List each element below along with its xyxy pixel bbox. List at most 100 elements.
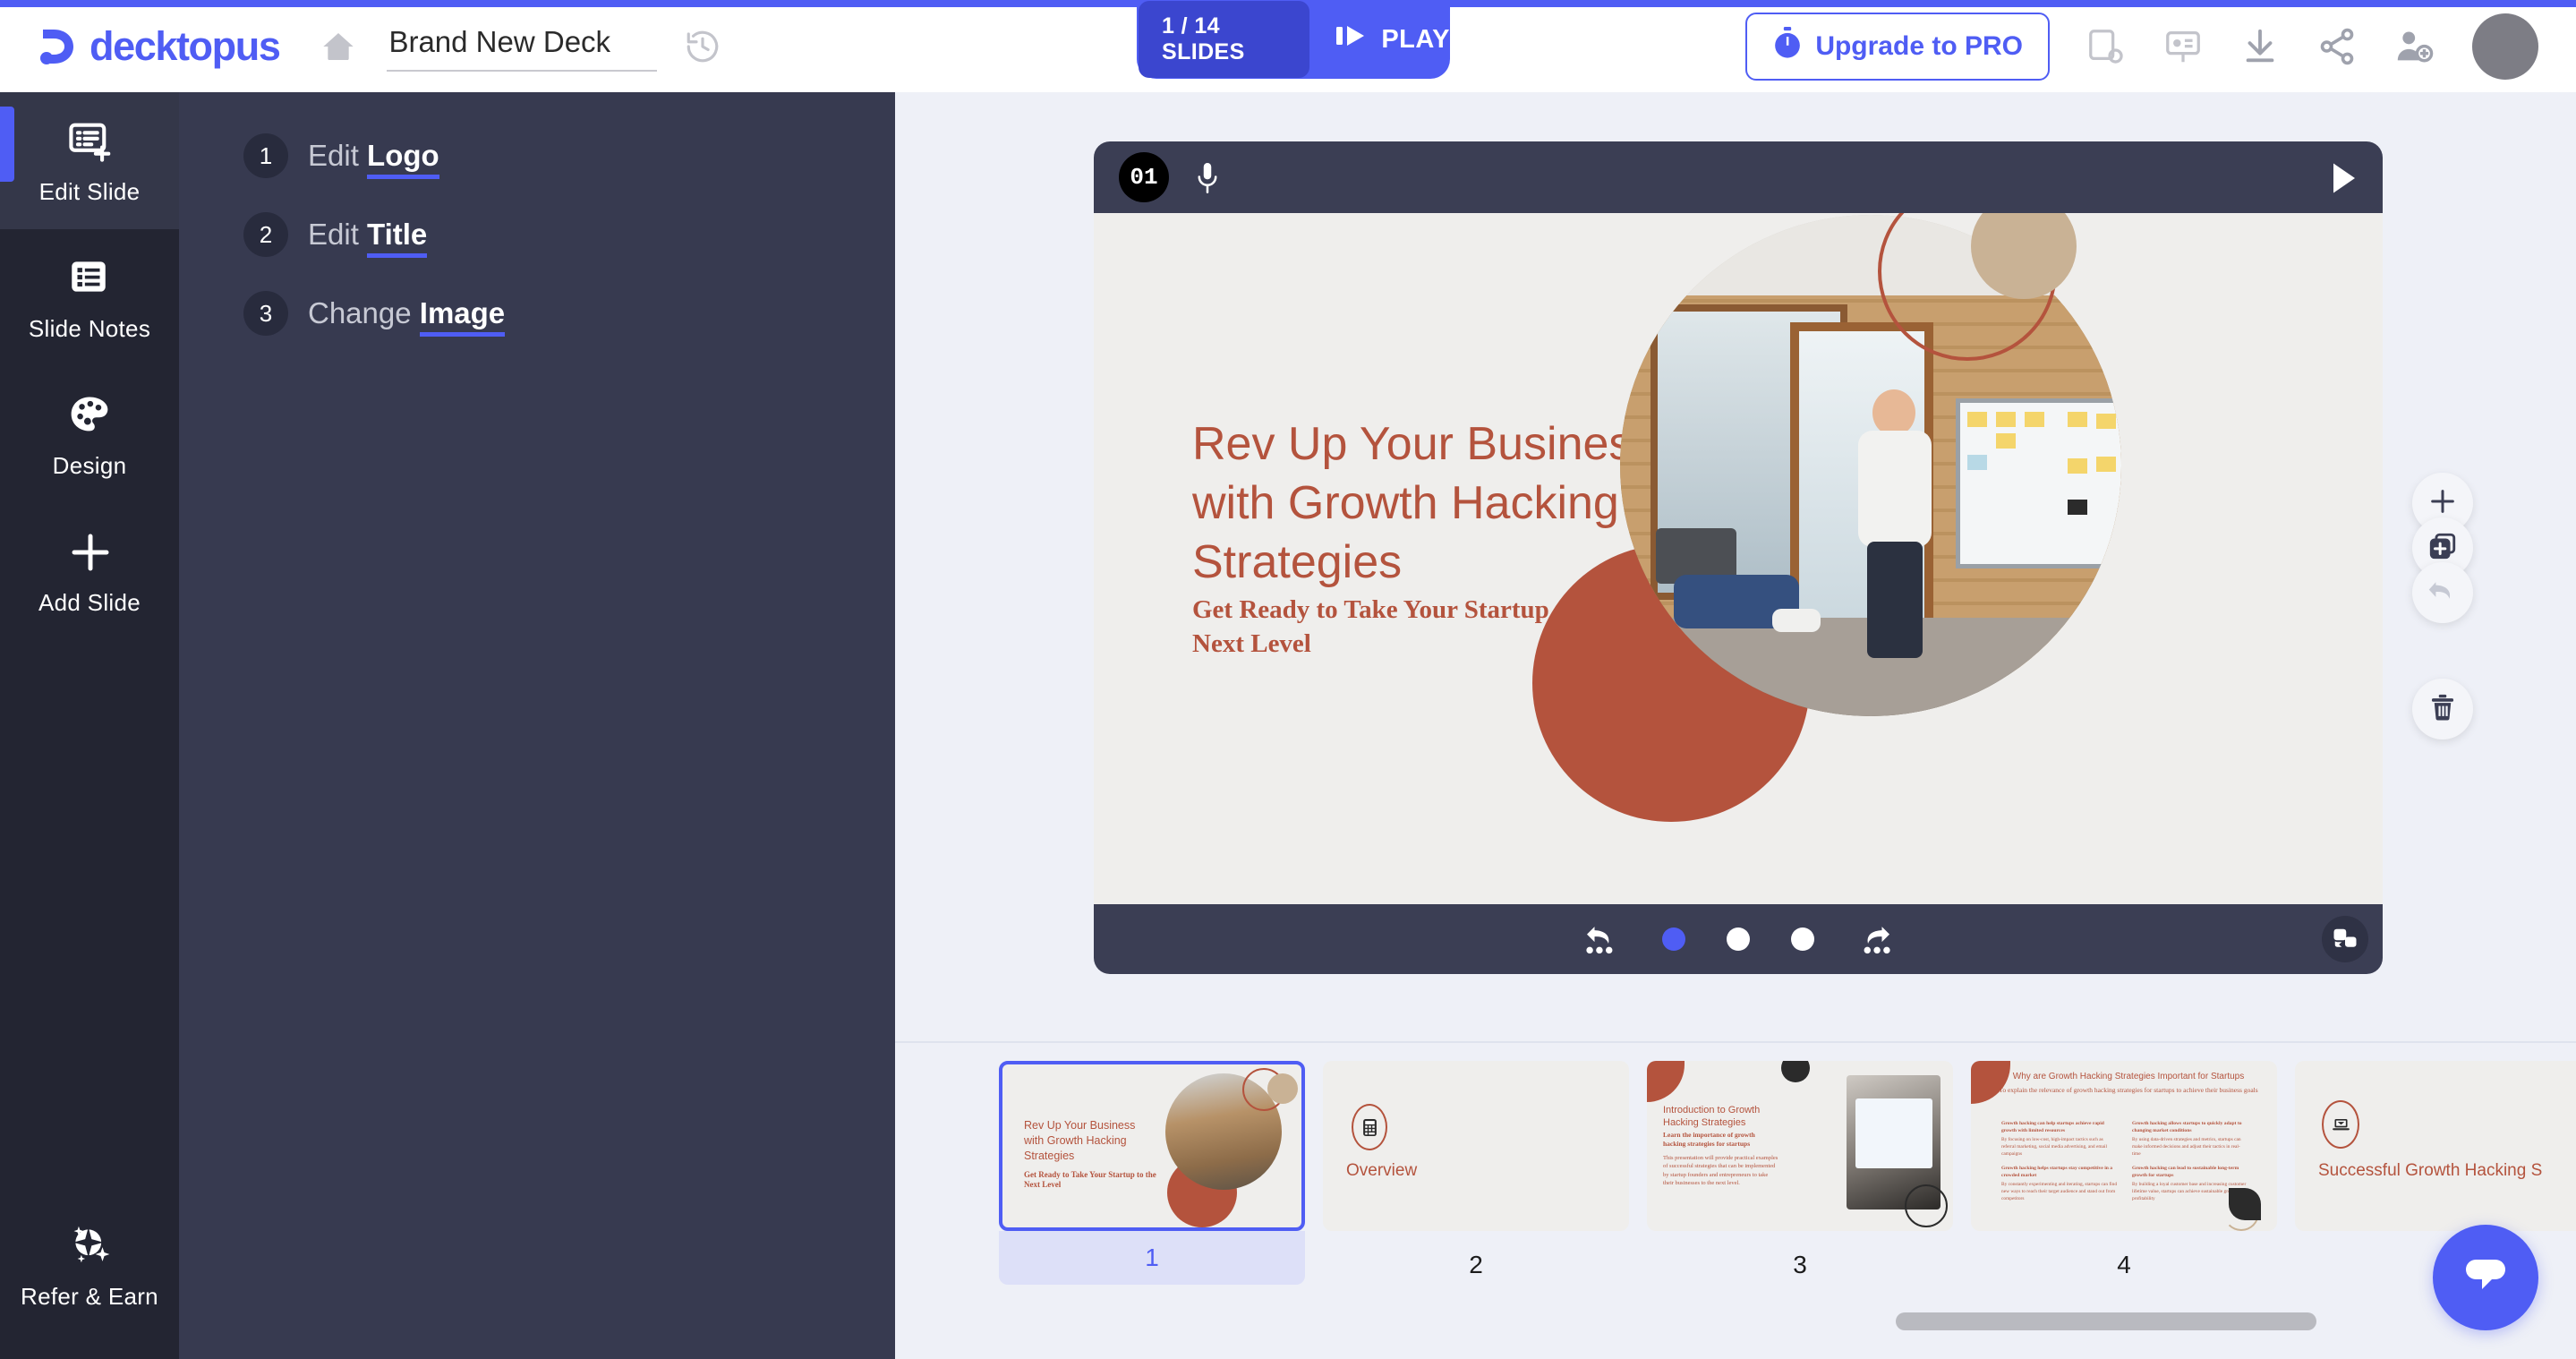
thumbnail-item[interactable]: Introduction to Growth Hacking Strategie…: [1647, 1061, 1953, 1285]
thumb-title: Why are Growth Hacking Strategies Import…: [2012, 1072, 2245, 1081]
decor-dark-blob: [1781, 1061, 1810, 1082]
slide-counter[interactable]: 1 / 14 SLIDES: [1139, 1, 1310, 78]
slide-dot[interactable]: [1727, 927, 1750, 951]
decor-leaf-shape: [2229, 1188, 2261, 1220]
thumbnail-number: 1: [999, 1231, 1305, 1285]
redo-dots-icon[interactable]: [1855, 924, 1893, 954]
slide-dot[interactable]: [1791, 927, 1814, 951]
trash-icon: [2427, 692, 2458, 727]
home-icon[interactable]: [320, 29, 356, 64]
play-button[interactable]: PLAY: [1335, 21, 1450, 57]
thumb-bullet-columns: Growth hacking can help startups achieve…: [2001, 1120, 2252, 1209]
history-clock-icon[interactable]: [684, 28, 721, 65]
sidebar-label-design: Design: [52, 452, 127, 479]
chat-support-button[interactable]: [2433, 1225, 2538, 1330]
top-bar-actions: Upgrade to PRO: [1745, 0, 2538, 92]
duplicate-layout-icon[interactable]: [2322, 916, 2368, 962]
laptop-icon: [2322, 1100, 2359, 1149]
brand-name: decktopus: [90, 22, 281, 69]
left-rail: Edit Slide Slide Notes Design Add Slide …: [0, 92, 179, 1359]
download-icon[interactable]: [2239, 26, 2281, 67]
slide-stage: 01 Rev Up Your Business with Growth Hack…: [895, 92, 2576, 1041]
thumbnail-list: Rev Up Your Business with Growth Hacking…: [999, 1061, 2576, 1285]
slide-notes-icon: [66, 254, 113, 301]
bullet-text: By focusing on low-cost, high-impact tac…: [2001, 1137, 2107, 1158]
thumbnail-scrollbar[interactable]: [1896, 1312, 2316, 1330]
presentation-play-group: 1 / 14 SLIDES PLAY: [1137, 0, 1450, 79]
share-icon[interactable]: [2316, 26, 2358, 67]
calculator-icon: [1352, 1104, 1387, 1150]
deck-title-field-wrap: [387, 21, 658, 72]
bullet-head: Growth hacking can help startups achieve…: [2001, 1121, 2104, 1134]
sidebar-item-refer-and-earn[interactable]: Refer & Earn: [0, 1220, 179, 1311]
thumbnail-preview-2[interactable]: Overview: [1323, 1061, 1629, 1231]
slide-number-badge: 01: [1119, 152, 1169, 202]
decor-tan-circle: [1267, 1073, 1298, 1104]
step-number: 2: [243, 212, 288, 257]
step-label: Edit Logo: [308, 139, 439, 179]
undo-dots-icon[interactable]: [1583, 924, 1621, 954]
slide-dot[interactable]: [1662, 927, 1685, 951]
thumb-title: Introduction to Growth Hacking Strategie…: [1663, 1105, 1761, 1129]
edit-panel: 1 Edit Logo 2 Edit Title 3 Change Image: [179, 92, 895, 1359]
copy-plus-icon: [2427, 531, 2458, 566]
device-settings-icon[interactable]: [2086, 26, 2127, 67]
bullet-text: By using data-driven strategies and metr…: [2132, 1137, 2241, 1158]
play-triangle-icon: [1335, 21, 1370, 57]
thumbnail-number: 4: [2117, 1251, 2131, 1278]
edit-slide-icon: [66, 117, 113, 164]
step-number: 1: [243, 133, 288, 178]
thumb-subtitle: Get Ready to Take Your Startup to the Ne…: [1024, 1170, 1156, 1190]
sidebar-item-add-slide[interactable]: Add Slide: [0, 503, 179, 640]
step-target: Title: [367, 218, 428, 258]
thumbnail-item[interactable]: Why are Growth Hacking Strategies Import…: [1971, 1061, 2277, 1285]
step-target: Logo: [367, 139, 439, 179]
upgrade-to-pro-button[interactable]: Upgrade to PRO: [1745, 12, 2050, 81]
microphone-icon[interactable]: [1192, 159, 1223, 195]
avatar[interactable]: [2472, 13, 2538, 80]
presentation-icon[interactable]: [2162, 26, 2204, 67]
step-prefix: Edit: [308, 139, 359, 172]
step-number: 3: [243, 291, 288, 336]
thumbnail-preview-1[interactable]: Rev Up Your Business with Growth Hacking…: [999, 1061, 1305, 1231]
undo-arrow-icon: [2427, 577, 2459, 610]
step-label: Change Image: [308, 296, 506, 337]
edit-step-image[interactable]: 3 Change Image: [243, 291, 895, 337]
palette-icon: [66, 391, 113, 438]
plus-icon: [2427, 486, 2458, 521]
thumbnail-strip: Rev Up Your Business with Growth Hacking…: [895, 1041, 2576, 1359]
thumb-title: Rev Up Your Business with Growth Hacking…: [1024, 1119, 1136, 1162]
top-bar: decktopus 1 / 14 SLIDES PLAY: [0, 0, 2576, 92]
sidebar-label-slide-notes: Slide Notes: [28, 315, 151, 342]
deck-title-input[interactable]: [387, 21, 658, 72]
decktopus-logo-icon: [38, 26, 79, 67]
bullet-text: By constantly experimenting and iteratin…: [2001, 1181, 2118, 1201]
slide-canvas[interactable]: Rev Up Your Business with Growth Hacking…: [1094, 213, 2383, 904]
sidebar-item-edit-slide[interactable]: Edit Slide: [0, 92, 179, 229]
sidebar-item-design[interactable]: Design: [0, 366, 179, 503]
thumbnail-item[interactable]: Rev Up Your Business with Growth Hacking…: [999, 1061, 1305, 1285]
decor-corner-shape: [1971, 1061, 2010, 1104]
thumbnail-preview-4[interactable]: Why are Growth Hacking Strategies Import…: [1971, 1061, 2277, 1231]
edit-step-title[interactable]: 2 Edit Title: [243, 212, 895, 258]
thumbnail-preview-5[interactable]: Successful Growth Hacking S: [2295, 1061, 2576, 1231]
delete-slide-fab[interactable]: [2412, 679, 2473, 739]
undo-fab[interactable]: [2412, 562, 2473, 623]
thumbnail-number: 2: [1469, 1251, 1483, 1278]
thumbnail-number: 3: [1793, 1251, 1807, 1278]
thumbnail-preview-3[interactable]: Introduction to Growth Hacking Strategie…: [1647, 1061, 1953, 1231]
brand-logo[interactable]: decktopus: [38, 22, 281, 70]
thumbnail-item[interactable]: Overview 2: [1323, 1061, 1629, 1285]
add-collaborator-icon[interactable]: [2393, 26, 2435, 67]
slide-image-group[interactable]: [1523, 213, 2231, 902]
step-label: Edit Title: [308, 218, 428, 258]
sidebar-item-slide-notes[interactable]: Slide Notes: [0, 229, 179, 366]
play-label: PLAY: [1381, 24, 1450, 54]
slide-frame: 01 Rev Up Your Business with Growth Hack…: [1094, 141, 2383, 974]
edit-step-logo[interactable]: 1 Edit Logo: [243, 133, 895, 179]
thumb-subtitle: Learn the importance of growth hacking s…: [1663, 1131, 1755, 1148]
step-target: Image: [419, 296, 506, 337]
upgrade-label: Upgrade to PRO: [1815, 30, 2023, 61]
slide-play-icon[interactable]: [2331, 162, 2358, 193]
step-prefix: Edit: [308, 218, 359, 251]
